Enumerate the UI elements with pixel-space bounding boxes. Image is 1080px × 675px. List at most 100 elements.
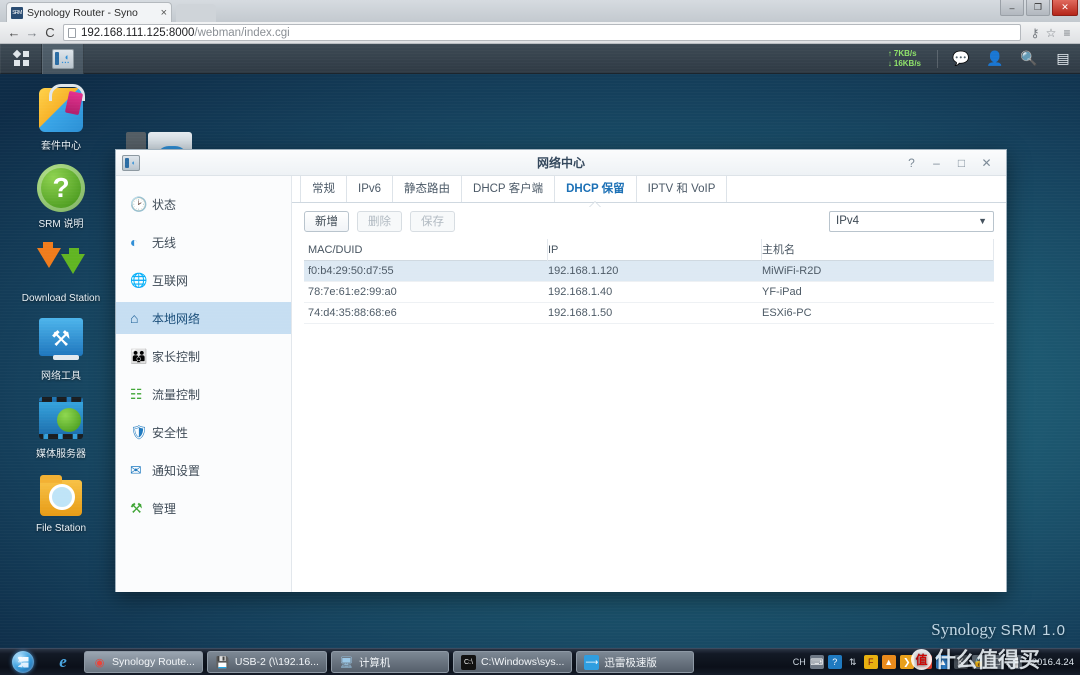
ime-indicator[interactable]: CH	[793, 657, 806, 667]
desktop-icon-package-center[interactable]: 套件中心	[0, 74, 122, 152]
close-icon[interactable]: ✕	[974, 156, 999, 170]
sidebar-item-label: 流量控制	[152, 386, 200, 403]
close-icon[interactable]: ×	[158, 7, 167, 19]
search-icon[interactable]: 🔍	[1012, 44, 1046, 74]
sidebar-item-label: 管理	[152, 500, 176, 517]
window-minimize-button[interactable]: –	[1000, 0, 1024, 16]
key-icon[interactable]: ⚷	[1027, 26, 1043, 40]
sidebar-item-notification[interactable]: ✉ 通知设置	[116, 454, 291, 486]
desktop-icon-srm-help[interactable]: SRM 说明	[0, 152, 122, 230]
taskbar-item-computer[interactable]: 🖥 计算机	[331, 651, 449, 673]
windows-orb-icon	[12, 651, 34, 673]
sidebar-item-label: 安全性	[152, 424, 188, 441]
desktop-icon-label: SRM 说明	[0, 215, 122, 230]
minimize-icon[interactable]: –	[924, 156, 949, 170]
reload-icon[interactable]: C	[41, 25, 59, 40]
tab-dhcp-clients[interactable]: DHCP 客户端	[462, 176, 555, 202]
add-button[interactable]: 新增	[304, 211, 349, 232]
window-controls: ? – □ ✕	[899, 156, 1006, 170]
taskbar-item-thunder[interactable]: ⟶ 迅雷极速版	[576, 651, 694, 673]
file-station-icon	[35, 472, 87, 520]
bookmark-star-icon[interactable]: ☆	[1043, 26, 1059, 40]
download-arrow-icon: ↓	[888, 59, 892, 69]
parental-control-icon: 👪	[130, 348, 152, 365]
cell-ip: 192.168.1.40	[548, 286, 762, 298]
computer-icon: 🖥	[339, 655, 354, 670]
sidebar-item-wireless[interactable]: ◐ 无线	[116, 226, 291, 258]
vlc-icon[interactable]: ▲	[882, 655, 896, 669]
delete-button[interactable]: 删除	[357, 211, 402, 232]
sidebar-item-internet[interactable]: 🌐 互联网	[116, 264, 291, 296]
watermark: 值 什么值得买	[911, 644, 1040, 674]
media-server-icon	[35, 394, 87, 442]
taskbar-app-network-center[interactable]: ◐▪▪▪	[42, 44, 84, 74]
desktop-icon-download-station[interactable]: Download Station	[0, 230, 122, 304]
maximize-icon[interactable]: □	[949, 156, 974, 170]
browser-tab[interactable]: SRM Synology Router - Syno ×	[6, 2, 172, 22]
sidebar-item-label: 家长控制	[152, 348, 200, 365]
taskbar-item-usb-share[interactable]: 💾 USB-2 (\\192.16...	[207, 651, 327, 673]
keyboard-icon[interactable]: ⌨	[810, 655, 824, 669]
network-speed-indicator: ↑7KB/s ↓16KB/s	[888, 49, 931, 69]
forward-icon[interactable]: →	[23, 25, 41, 40]
page-info-icon[interactable]	[68, 28, 76, 38]
sidebar-item-local-network[interactable]: ⌂ 本地网络	[116, 302, 291, 334]
tab-dhcp-reservation[interactable]: DHCP 保留	[555, 176, 637, 202]
network-drive-icon: 💾	[215, 655, 230, 670]
column-header-hostname[interactable]: 主机名	[762, 239, 994, 261]
cell-mac: 74:d4:35:88:68:e6	[304, 307, 548, 319]
help-icon[interactable]: ?	[828, 655, 842, 669]
column-header-ip[interactable]: IP	[548, 239, 762, 261]
save-button[interactable]: 保存	[410, 211, 455, 232]
taskbar-item-label: C:\Windows\sys...	[481, 656, 564, 668]
notification-icon[interactable]: 💬	[944, 44, 978, 74]
help-icon[interactable]: ?	[899, 156, 924, 170]
srm-main-menu-button[interactable]	[0, 44, 42, 74]
tab-static-route[interactable]: 静态路由	[393, 176, 462, 202]
cell-ip: 192.168.1.50	[548, 307, 762, 319]
widgets-icon[interactable]: ▤	[1046, 44, 1080, 74]
new-tab-button[interactable]	[176, 4, 216, 22]
tab-ipv6[interactable]: IPv6	[347, 176, 393, 202]
ip-version-select[interactable]: IPv4 ▼	[829, 211, 994, 232]
traffic-control-icon: ☷	[130, 386, 152, 403]
desktop-icon-file-station[interactable]: File Station	[0, 460, 122, 534]
browser-tabstrip: SRM Synology Router - Syno × – ❐ ✕	[0, 0, 1080, 22]
network-center-window: ◐ 网络中心 ? – □ ✕ 🕑 状态	[115, 149, 1007, 592]
start-button[interactable]	[0, 649, 46, 675]
sidebar-item-operation[interactable]: ⚒ 管理	[116, 492, 291, 524]
tab-iptv-voip[interactable]: IPTV 和 VoIP	[637, 176, 728, 202]
back-icon[interactable]: ←	[5, 25, 23, 40]
window-maximize-button[interactable]: ❐	[1026, 0, 1050, 16]
user-icon[interactable]: 👤	[978, 44, 1012, 74]
local-network-icon: ⌂	[130, 310, 152, 326]
desktop-icon-network-tools[interactable]: ⚒ 网络工具	[0, 304, 122, 382]
cmd-icon: C:\	[461, 655, 476, 670]
table-row[interactable]: 78:7e:61:e2:99:a0 192.168.1.40 YF-iPad	[304, 282, 994, 303]
window-close-button[interactable]: ✕	[1052, 0, 1078, 16]
sidebar-item-security[interactable]: 🛡 安全性	[116, 416, 291, 448]
desktop-icon-media-server[interactable]: 媒体服务器	[0, 382, 122, 460]
updown-icon[interactable]: ⇅	[846, 655, 860, 669]
column-header-mac[interactable]: MAC/DUID	[304, 239, 548, 261]
table-row[interactable]: 74:d4:35:88:68:e6 192.168.1.50 ESXi6-PC	[304, 303, 994, 324]
sidebar-item-traffic-control[interactable]: ☷ 流量控制	[116, 378, 291, 410]
desktop-icon-label: 网络工具	[0, 367, 122, 382]
tab-general[interactable]: 常规	[300, 176, 347, 202]
sidebar-item-status[interactable]: 🕑 状态	[116, 188, 291, 220]
internet-explorer-icon[interactable]: e	[46, 649, 80, 675]
table-row[interactable]: f0:b4:29:50:d7:55 192.168.1.120 MiWiFi-R…	[304, 261, 994, 282]
reservation-table: MAC/DUID IP 主机名 f0:b4:29:50:d7:55 192.16…	[304, 239, 994, 324]
taskbar-item-cmd[interactable]: C:\ C:\Windows\sys...	[453, 651, 572, 673]
sidebar-item-label: 互联网	[152, 272, 188, 289]
window-title: 网络中心	[116, 154, 1006, 171]
cell-hostname: ESXi6-PC	[762, 307, 994, 319]
browser-menu-icon[interactable]: ≡	[1059, 26, 1075, 40]
sidebar-item-parental-control[interactable]: 👪 家长控制	[116, 340, 291, 372]
taskbar-item-chrome[interactable]: ◉ Synology Route...	[84, 651, 203, 673]
address-bar[interactable]: 192.168.111.125:8000 /webman/index.cgi	[63, 24, 1021, 41]
thunder-icon: ⟶	[584, 655, 599, 670]
srm-desktop: ◐▪▪▪ ↑7KB/s ↓16KB/s 💬 👤 🔍 ▤ 套件中心	[0, 44, 1080, 648]
brand-company: Synology	[931, 620, 996, 639]
editor-icon[interactable]: F	[864, 655, 878, 669]
